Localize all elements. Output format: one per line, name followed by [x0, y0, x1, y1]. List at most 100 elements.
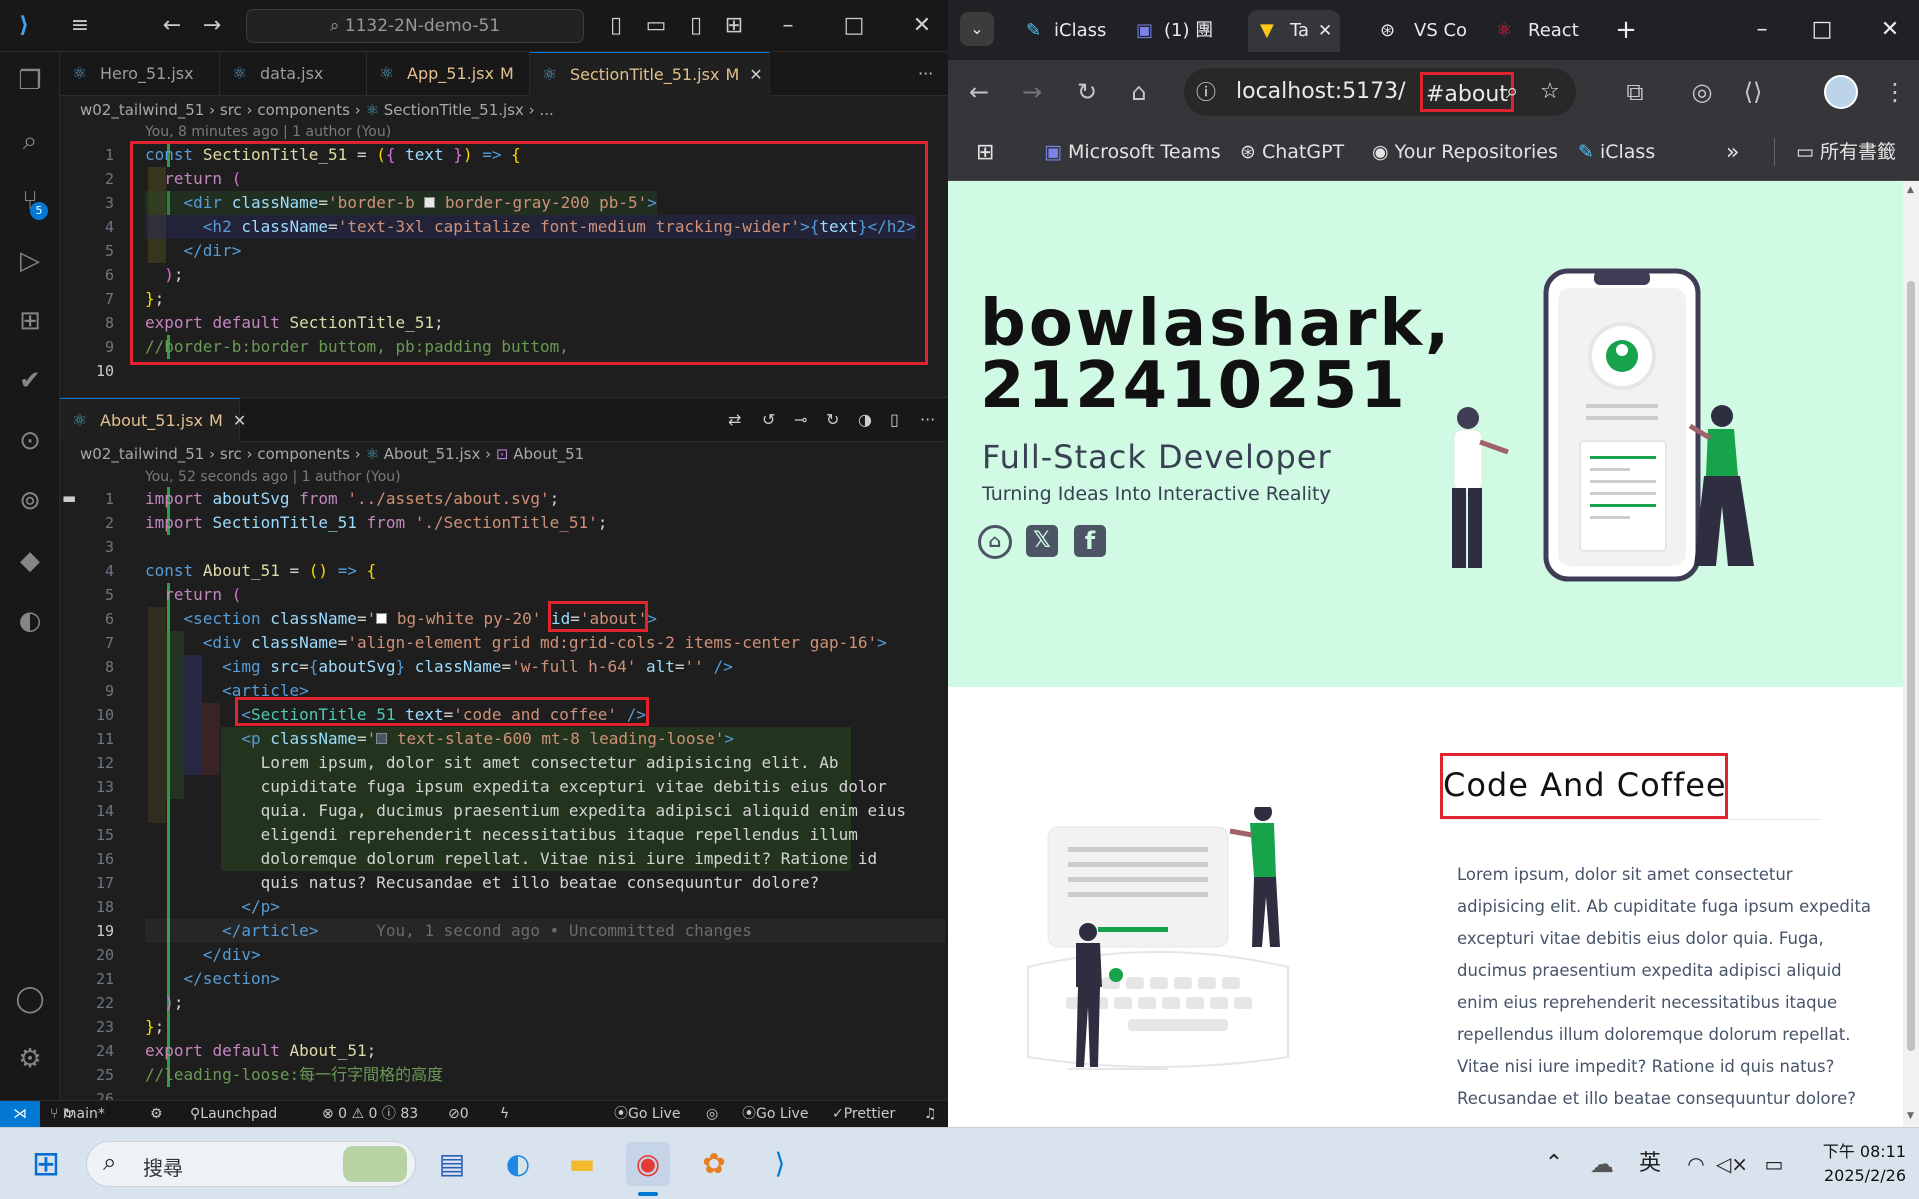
bookmark-github[interactable]: ◉ Your Repositories [1372, 124, 1558, 181]
run-debug-icon[interactable]: ▷ [13, 244, 47, 278]
more-bookmarks-chevron-icon[interactable]: » [1726, 124, 1739, 181]
editor-bottom[interactable]: 1 2 3 4 5 6 7 8 9 10 11 12 13 14 15 16 1… [60, 487, 948, 1108]
browser-tab-close-icon[interactable]: ✕ [1318, 10, 1332, 52]
tab-close-icon[interactable]: ✕ [233, 411, 246, 430]
more-actions-icon[interactable]: ··· [908, 52, 948, 96]
file-explorer-icon[interactable]: ▬ [560, 1142, 604, 1186]
timeline-icon[interactable]: ⊸ [788, 398, 820, 442]
breadcrumb-item[interactable]: src [220, 445, 242, 463]
address-bar[interactable]: ⓘ localhost:5173/ #about ⌕ ☆ [1184, 68, 1576, 116]
git-graph-icon[interactable]: ⊙ [13, 424, 47, 458]
devtools-icon[interactable]: ⟨⟩ [1736, 75, 1770, 109]
minimize-icon[interactable]: – [772, 10, 804, 42]
tab-sectiontitle[interactable]: ⚛ SectionTitle_51.jsx M ✕ [530, 52, 770, 96]
tab-close-icon[interactable]: ✕ [749, 65, 762, 84]
volume-muted-icon[interactable]: ◁× [1710, 1142, 1754, 1186]
taskbar-search[interactable]: ⌕ 搜尋 [86, 1141, 416, 1187]
chrome-icon[interactable]: ◉ [626, 1142, 670, 1186]
python-icon[interactable]: ◆ [13, 544, 47, 578]
close-icon[interactable]: ✕ [1872, 12, 1908, 48]
breadcrumb-item[interactable]: About_51.jsx [384, 445, 481, 463]
scroll-up-icon[interactable]: ▲ [1907, 185, 1914, 195]
more-actions-icon[interactable]: ··· [916, 398, 948, 442]
paint-icon[interactable]: ✿ [692, 1142, 736, 1186]
maximize-icon[interactable]: □ [1804, 12, 1840, 48]
tab-about[interactable]: ⚛ About_51.jsx M ✕ [60, 398, 246, 442]
github-icon[interactable]: ⌂ [978, 525, 1012, 559]
browser-tab-teams[interactable]: ▣ (1) 團 [1128, 10, 1238, 52]
word-icon[interactable]: ◐ [496, 1142, 540, 1186]
customize-layout-icon[interactable]: ⊞ [718, 10, 750, 42]
x-twitter-icon[interactable]: 𝕏 [1026, 525, 1058, 557]
breadcrumb-item[interactable]: SectionTitle_51.jsx [384, 101, 524, 119]
back-arrow-icon[interactable]: ← [156, 10, 188, 42]
tab-search-chevron-icon[interactable]: ⌄ [960, 12, 994, 46]
next-change-icon[interactable]: ↻ [820, 398, 852, 442]
command-center-search[interactable]: ⌕ 1132-2N-demo-51 [246, 9, 584, 43]
battery-icon[interactable]: ▭ [1752, 1142, 1796, 1186]
breadcrumb-item[interactable]: w02_tailwind_51 [80, 445, 204, 463]
vscode-taskbar-icon[interactable]: ⟩ [758, 1142, 802, 1186]
toggle-secondary-sidebar-icon[interactable]: ▯ [680, 10, 712, 42]
breadcrumb-item[interactable]: components [257, 101, 350, 119]
clock[interactable]: 下午 08:11 2025/2/26 [1806, 1140, 1906, 1188]
browser-tab-vscode[interactable]: ⊛ VS Co [1368, 10, 1478, 52]
avatar[interactable] [1824, 75, 1858, 109]
notepad-icon[interactable]: ▤ [430, 1142, 474, 1186]
live-share-icon[interactable]: ◐ [13, 604, 47, 638]
launchpad-item[interactable]: ⚲ Launchpad [190, 1101, 277, 1127]
explorer-icon[interactable]: ❐ [13, 64, 47, 98]
apps-grid-icon[interactable]: ⊞ [976, 124, 994, 181]
remote-indicator-icon[interactable]: ⋊ [0, 1101, 40, 1127]
bookmark-teams[interactable]: ▣ Microsoft Teams [1044, 124, 1221, 181]
new-tab-icon[interactable]: + [1608, 12, 1644, 48]
breadcrumb-item[interactable]: ... [539, 101, 553, 119]
broadcast-icon[interactable]: ◎ [706, 1101, 718, 1127]
reload-icon[interactable]: ↻ [1070, 75, 1104, 109]
breadcrumb-item[interactable]: w02_tailwind_51 [80, 101, 204, 119]
toggle-sidebar-icon[interactable]: ▯ [600, 10, 632, 42]
windows-start-icon[interactable]: ⊞ [24, 1142, 68, 1186]
tab-app[interactable]: ⚛ App_51.jsx M [367, 52, 530, 96]
remote-explorer-icon[interactable]: ⊚ [13, 484, 47, 518]
menu-icon[interactable]: ≡ [64, 10, 96, 42]
tab-hero[interactable]: ⚛ Hero_51.jsx [60, 52, 220, 96]
notifications-bell-icon[interactable]: ♫ [924, 1101, 937, 1127]
breadcrumb-item[interactable]: About_51 [513, 445, 584, 463]
split-editor-icon[interactable]: ▯ [884, 398, 916, 442]
branch-indicator[interactable]: ⑂ main* ↻ [50, 1101, 105, 1127]
open-changes-icon[interactable]: ⇄ [720, 398, 756, 442]
testing-icon[interactable]: ✔ [13, 364, 47, 398]
maximize-icon[interactable]: □ [838, 10, 870, 42]
ime-indicator[interactable]: 英 [1628, 1142, 1672, 1186]
more-menu-icon[interactable]: ⋮ [1878, 75, 1912, 109]
zoom-icon[interactable]: ⌕ [1506, 68, 1518, 116]
search-icon[interactable]: ⌕ [13, 124, 47, 158]
facebook-icon[interactable]: f [1074, 525, 1106, 557]
bookmark-iclass[interactable]: ✎ iClass [1578, 124, 1655, 181]
extensions-icon[interactable]: ⊞ [13, 304, 47, 338]
forward-arrow-icon[interactable]: → [196, 10, 228, 42]
git-lens-icon[interactable]: ◑ [852, 398, 884, 442]
breadcrumb-item[interactable]: src [220, 101, 242, 119]
go-live-button-2[interactable]: ⦿ Go Live [742, 1101, 808, 1127]
prettier-button[interactable]: ✓ Prettier [832, 1101, 895, 1127]
close-icon[interactable]: ✕ [906, 10, 938, 42]
bookmark-star-icon[interactable]: ☆ [1540, 68, 1560, 116]
lightning-icon[interactable]: ϟ [500, 1101, 509, 1127]
scroll-down-icon[interactable]: ▼ [1907, 1111, 1914, 1121]
previous-change-icon[interactable]: ↺ [756, 398, 788, 442]
settings-gear-icon[interactable]: ⚙ [13, 1042, 47, 1076]
minimize-icon[interactable]: – [1744, 12, 1780, 48]
page-scrollbar[interactable]: ▲ ▼ [1903, 181, 1919, 1127]
screenshot-icon[interactable]: ◎ [1685, 75, 1719, 109]
extensions-puzzle-icon[interactable]: ⧉ [1618, 75, 1652, 109]
breadcrumb-item[interactable]: components [257, 445, 350, 463]
all-bookmarks[interactable]: ▭ 所有書籤 [1796, 124, 1896, 181]
back-arrow-icon[interactable]: ← [962, 75, 996, 109]
browser-tab-react[interactable]: ⚛ React [1486, 10, 1596, 52]
browser-tab-iclass[interactable]: ✎ iClass [1018, 10, 1124, 52]
home-icon[interactable]: ⌂ [1122, 75, 1156, 109]
onedrive-cloud-icon[interactable]: ☁ [1580, 1142, 1624, 1186]
ports-indicator[interactable]: ⊘ 0 [448, 1101, 469, 1127]
